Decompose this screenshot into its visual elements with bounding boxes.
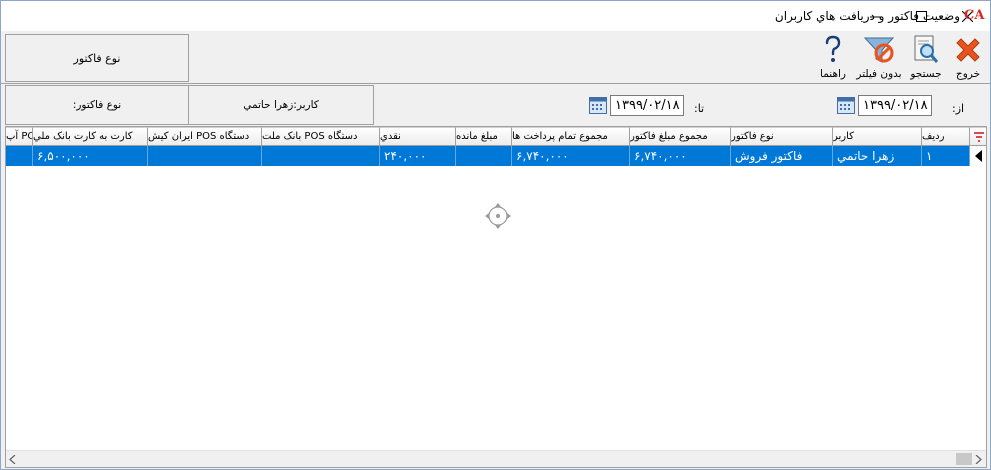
cell-cash[interactable]: ۲۴۰,۰۰۰: [380, 146, 456, 166]
horizontal-scrollbar[interactable]: [6, 450, 986, 467]
cell-pos-mellat[interactable]: [262, 146, 380, 166]
to-label: تا:: [694, 102, 705, 115]
current-row-arrow-icon: [975, 150, 982, 162]
column-header-user[interactable]: کاربر: [833, 127, 922, 146]
filter-header-cell[interactable]: [970, 127, 986, 146]
scrollbar-thumb[interactable]: [956, 453, 972, 465]
column-header-invoice-type[interactable]: نوع فاکتور: [731, 127, 833, 146]
search-icon: [910, 33, 942, 67]
cell-pos-ap[interactable]: [6, 146, 33, 166]
column-header-pos-ap[interactable]: POS آپ: [6, 127, 33, 146]
cell-user[interactable]: زهرا حاتمي: [833, 146, 922, 166]
app-logo: CA: [964, 8, 985, 23]
cell-invoice-type[interactable]: فاکتور فروش: [731, 146, 833, 166]
exit-icon: [952, 33, 984, 67]
cell-payments-total[interactable]: ۶,۷۴۰,۰۰۰: [512, 146, 630, 166]
column-header-card-melli[interactable]: کارت به کارت بانک ملي: [33, 127, 148, 146]
filter-row: نوع فاکتور: كاربر:زهرا حاتمي ۱۳۹۹/۰۲/۱۸ …: [1, 83, 990, 125]
cell-remaining[interactable]: [456, 146, 512, 166]
user-filter: كاربر:زهرا حاتمي: [188, 85, 374, 125]
move-cursor-icon: [485, 203, 511, 229]
scroll-left-icon[interactable]: [9, 455, 17, 464]
no-filter-button[interactable]: بدون فيلتر: [854, 33, 904, 83]
cell-row-no[interactable]: ۱: [922, 146, 970, 166]
scroll-right-icon[interactable]: [974, 455, 982, 464]
table-row[interactable]: ۶,۵۰۰,۰۰۰ ۲۴۰,۰۰۰ ۶,۷۴۰,۰۰۰ ۶,۷۴۰,۰۰۰ فا…: [6, 146, 986, 166]
exit-button[interactable]: خروج: [949, 33, 987, 83]
help-button[interactable]: راهنما: [813, 33, 853, 83]
column-header-pos-mellat[interactable]: دستگاه POS بانک ملت: [262, 127, 380, 146]
column-header-cash[interactable]: نقدي: [380, 127, 456, 146]
to-calendar-icon[interactable]: [589, 97, 607, 114]
search-button[interactable]: جستجو: [906, 33, 946, 83]
from-date-input[interactable]: ۱۳۹۹/۰۲/۱۸: [858, 95, 932, 116]
help-icon: [817, 33, 849, 67]
cell-invoice-total[interactable]: ۶,۷۴۰,۰۰۰: [630, 146, 731, 166]
column-header-remaining[interactable]: مبلغ مانده: [456, 127, 512, 146]
exit-label: خروج: [955, 68, 981, 80]
search-label: جستجو: [910, 68, 942, 80]
column-header-pos-irankish[interactable]: دستگاه POS ايران کيش: [148, 127, 262, 146]
column-header-payments-total[interactable]: مجموع تمام پرداخت ها: [512, 127, 630, 146]
no-filter-label: بدون فيلتر: [856, 68, 902, 80]
no-filter-icon: [863, 33, 895, 67]
row-indicator: [970, 146, 986, 166]
invoice-type-panel[interactable]: نوع فاکتور: [5, 34, 189, 82]
results-grid[interactable]: POS آپ کارت به کارت بانک ملي دستگاه POS …: [5, 126, 987, 468]
toolbar: نوع فاکتور راهنما بدون فيلتر جستجو خروج: [1, 31, 990, 83]
to-date-input[interactable]: ۱۳۹۹/۰۲/۱۸: [610, 95, 684, 116]
window-title: وضعيت فاکتور و دريافت هاي کاربران: [774, 9, 960, 23]
main-window: وضعيت فاکتور و دريافت هاي کاربران CA نوع…: [0, 0, 991, 470]
from-label: از:: [952, 102, 965, 115]
invoice-type-filter: نوع فاکتور:: [5, 85, 189, 125]
grid-filter-icon: [973, 131, 984, 142]
from-calendar-icon[interactable]: [837, 97, 855, 114]
title-bar: وضعيت فاکتور و دريافت هاي کاربران CA: [1, 1, 990, 31]
cell-card-melli[interactable]: ۶,۵۰۰,۰۰۰: [33, 146, 148, 166]
column-header-invoice-total[interactable]: مجموع مبلغ فاکتور: [630, 127, 731, 146]
grid-header: POS آپ کارت به کارت بانک ملي دستگاه POS …: [6, 127, 986, 146]
help-label: راهنما: [820, 68, 846, 80]
column-header-row-no[interactable]: رديف: [922, 127, 970, 146]
cell-pos-irankish[interactable]: [148, 146, 262, 166]
